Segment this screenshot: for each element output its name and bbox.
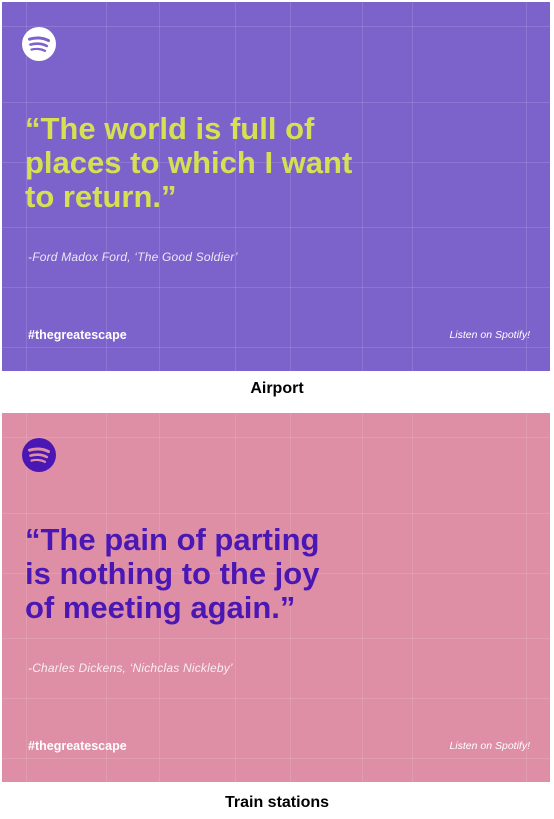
- listen-on-spotify-text: Listen on Spotify!: [449, 329, 530, 341]
- listen-on-spotify-text: Listen on Spotify!: [449, 740, 530, 752]
- train-stations-ad-card: “The pain of parting is nothing to the j…: [2, 413, 550, 782]
- card-caption: Airport: [250, 380, 304, 397]
- quote-line: “The world is full of: [25, 111, 315, 146]
- airport-ad-card: “The world is full of places to which I …: [2, 2, 550, 371]
- quote-text: “The world is full of places to which I …: [25, 112, 465, 214]
- quote-line: is nothing to the joy: [25, 556, 320, 591]
- card-caption: Train stations: [224, 794, 330, 811]
- quote-attribution: -Charles Dickens, ‘Nichclas Nickleby’: [28, 661, 233, 675]
- quote-line: “The pain of parting: [25, 522, 320, 557]
- quote-line: of meeting again.”: [25, 590, 296, 625]
- quote-attribution: -Ford Madox Ford, ‘The Good Soldier’: [28, 250, 238, 264]
- quote-text: “The pain of parting is nothing to the j…: [25, 523, 465, 625]
- quote-line: places to which I want: [25, 145, 353, 180]
- hashtag: #thegreatescape: [28, 328, 127, 342]
- spotify-logo-icon: [22, 27, 56, 61]
- spotify-logo-icon: [22, 438, 56, 472]
- hashtag: #thegreatescape: [28, 739, 127, 753]
- quote-line: to return.”: [25, 179, 177, 214]
